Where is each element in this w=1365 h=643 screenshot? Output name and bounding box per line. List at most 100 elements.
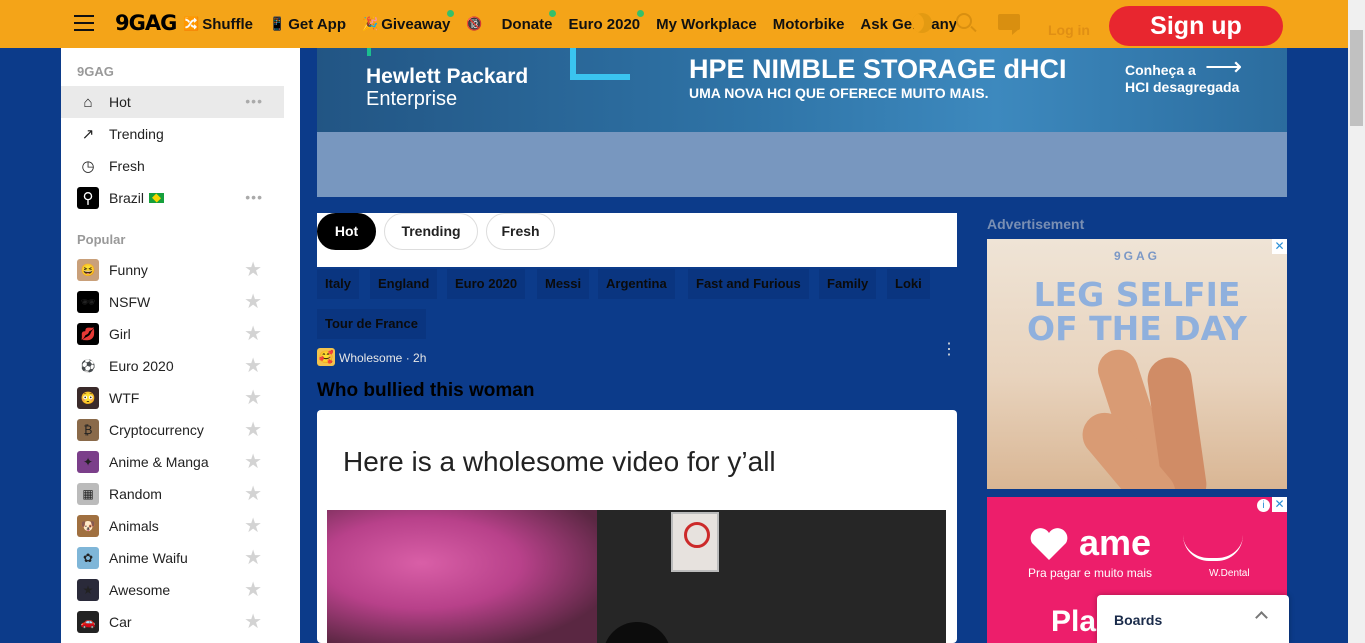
nav-icon: 🔀 (183, 16, 200, 31)
sidebar-item[interactable]: 🐶 Animals ★ (61, 510, 284, 542)
ad-brand: ame (1079, 522, 1152, 563)
more-options-icon[interactable]: ⋮ (941, 342, 957, 358)
sidebar-item-label: Animals (109, 518, 159, 534)
sidebar-item[interactable]: 😳 WTF ★ (61, 382, 284, 414)
section-avatar[interactable]: 🥰 (317, 348, 335, 366)
sidebar-item-label: Car (109, 614, 132, 630)
star-icon[interactable]: ★ (244, 449, 262, 474)
boards-panel[interactable]: Boards (1097, 595, 1289, 643)
sidebar-item[interactable]: ⚽ Euro 2020 ★ (61, 350, 284, 382)
close-ad-icon[interactable]: ✕ (1272, 497, 1287, 512)
sidebar-item[interactable]: ✦ Anime & Manga ★ (61, 446, 284, 478)
sidebar-item-icon: ↗ (81, 126, 95, 143)
nav-item[interactable]: Ask Germany (860, 16, 957, 33)
star-icon[interactable]: ★ (244, 577, 262, 602)
star-icon[interactable]: ★ (244, 289, 262, 314)
tab-trending[interactable]: Trending (384, 213, 478, 250)
advertisement-label: Advertisement (987, 216, 1085, 232)
post-title[interactable]: Who bullied this woman (317, 380, 534, 402)
star-icon[interactable]: ★ (244, 417, 262, 442)
close-ad-icon[interactable]: ✕ (1272, 239, 1287, 254)
nav-label: Ask Germany (860, 15, 958, 33)
sidebar-section-title: Popular (77, 232, 126, 247)
nav-label: Motorbike (772, 15, 845, 33)
tag-chip[interactable]: Messi (537, 269, 590, 299)
section-thumbnail-icon: 💋 (77, 323, 99, 345)
section-thumbnail-icon: 🚗 (77, 611, 99, 633)
star-icon[interactable]: ★ (244, 385, 262, 410)
login-link[interactable]: Log in (1048, 22, 1090, 38)
section-thumbnail-icon: 😳 (77, 387, 99, 409)
ad-headline-line2: OF THE DAY (1027, 309, 1247, 348)
sidebar-item[interactable]: ₿ Cryptocurrency ★ (61, 414, 284, 446)
star-icon[interactable]: ★ (244, 481, 262, 506)
banner-brand: Hewlett Packard (366, 65, 529, 88)
signup-button[interactable]: Sign up (1109, 6, 1283, 46)
section-thumbnail-icon: 🕶 (77, 291, 99, 313)
nav-item[interactable]: 📱 Get App (269, 16, 346, 33)
tag-chip[interactable]: Argentina (598, 269, 675, 299)
sidebar-item[interactable]: ★ Awesome ★ (61, 574, 284, 606)
tag-chip[interactable]: Fast and Furious (688, 269, 809, 299)
brazil-flag-icon (149, 193, 165, 203)
menu-icon[interactable] (74, 15, 94, 31)
nav-item[interactable]: 🎉 Giveaway (362, 9, 455, 33)
sidebar-item[interactable]: ↗ Trending (61, 118, 284, 150)
post-media[interactable]: Here is a wholesome video for y’all (327, 410, 946, 643)
tag-chip[interactable]: Tour de France (317, 309, 426, 339)
tab-fresh[interactable]: Fresh (486, 213, 555, 250)
nav-item[interactable]: 🔀 Shuffle (183, 16, 253, 33)
star-icon[interactable]: ★ (244, 513, 262, 538)
sidebar-item-label: Random (109, 486, 162, 502)
logo[interactable]: 9GAG (115, 11, 177, 35)
play-button[interactable] (603, 622, 671, 643)
tab-hot[interactable]: Hot (317, 213, 376, 250)
post-meta[interactable]: Wholesome · 2h (339, 351, 426, 365)
star-icon[interactable]: ★ (244, 545, 262, 570)
banner-subtitle: UMA NOVA HCI QUE OFERECE MUITO MAIS. (689, 85, 989, 101)
post-card[interactable]: Here is a wholesome video for y’all (317, 410, 957, 643)
tag-chip[interactable]: Euro 2020 (447, 269, 526, 299)
tag-chip[interactable]: England (370, 269, 438, 299)
nav-item[interactable]: My Workplace (656, 16, 757, 33)
top-header: 9GAG 🔀 Shuffle 📱 Get App 🎉 Giveaway 🔞 Donate Eur… (0, 0, 1365, 48)
search-icon[interactable] (956, 13, 972, 29)
tag-chip[interactable]: Family (819, 269, 877, 299)
nav-item[interactable]: Motorbike (773, 16, 845, 33)
sidebar-item[interactable]: 🚗 Car ★ (61, 606, 284, 638)
nav-label: Donate (501, 15, 553, 33)
section-thumbnail-icon: ✦ (77, 451, 99, 473)
chat-icon[interactable] (998, 14, 1020, 35)
nav-item[interactable]: Euro 2020 (568, 9, 645, 33)
boards-label: Boards (1114, 612, 1163, 628)
video-player[interactable] (327, 510, 946, 643)
star-icon[interactable]: ★ (244, 353, 262, 378)
sidebar-item[interactable]: ◷ Fresh (61, 150, 284, 182)
new-indicator-dot (549, 9, 557, 17)
banner-cta-line1: Conheça a (1125, 62, 1196, 78)
sidebar-item[interactable]: ✿ Anime Waifu ★ (61, 542, 284, 574)
banner-ad[interactable]: Hewlett Packard Enterprise HPE NIMBLE ST… (317, 48, 1287, 197)
star-icon[interactable]: ★ (244, 257, 262, 282)
sidebar-item[interactable]: 🕶 NSFW ★ (61, 286, 284, 318)
star-icon[interactable]: ★ (244, 321, 262, 346)
sidebar-item[interactable]: ⚲ Brazil ••• (61, 182, 284, 214)
side-ad-leg-selfie[interactable]: 9GAG LEG SELFIE OF THE DAY ✕ (987, 239, 1287, 489)
star-icon[interactable]: ★ (244, 609, 262, 634)
sidebar-item[interactable]: 😆 Funny ★ (61, 254, 284, 286)
ad-info-icon[interactable]: i (1257, 499, 1270, 512)
more-options-icon[interactable]: ••• (245, 189, 263, 205)
sidebar-item-icon: ⚲ (77, 187, 99, 209)
tag-chip[interactable]: Italy (317, 269, 360, 299)
sidebar-item[interactable]: 💋 Girl ★ (61, 318, 284, 350)
more-options-icon[interactable]: ••• (245, 93, 263, 109)
sidebar-item[interactable]: ⌂ Hot ••• (61, 86, 284, 118)
chevron-up-icon[interactable] (1255, 611, 1268, 624)
tag-chip[interactable]: Loki (887, 269, 930, 299)
sidebar-item[interactable]: ▦ Random ★ (61, 478, 284, 510)
partner-name: W.Dental (1209, 568, 1250, 579)
dark-mode-icon[interactable] (912, 13, 932, 33)
nav-item[interactable]: Donate (501, 9, 557, 33)
nav-item[interactable]: 🔞 (466, 16, 485, 32)
scrollbar-thumb[interactable] (1350, 30, 1363, 126)
